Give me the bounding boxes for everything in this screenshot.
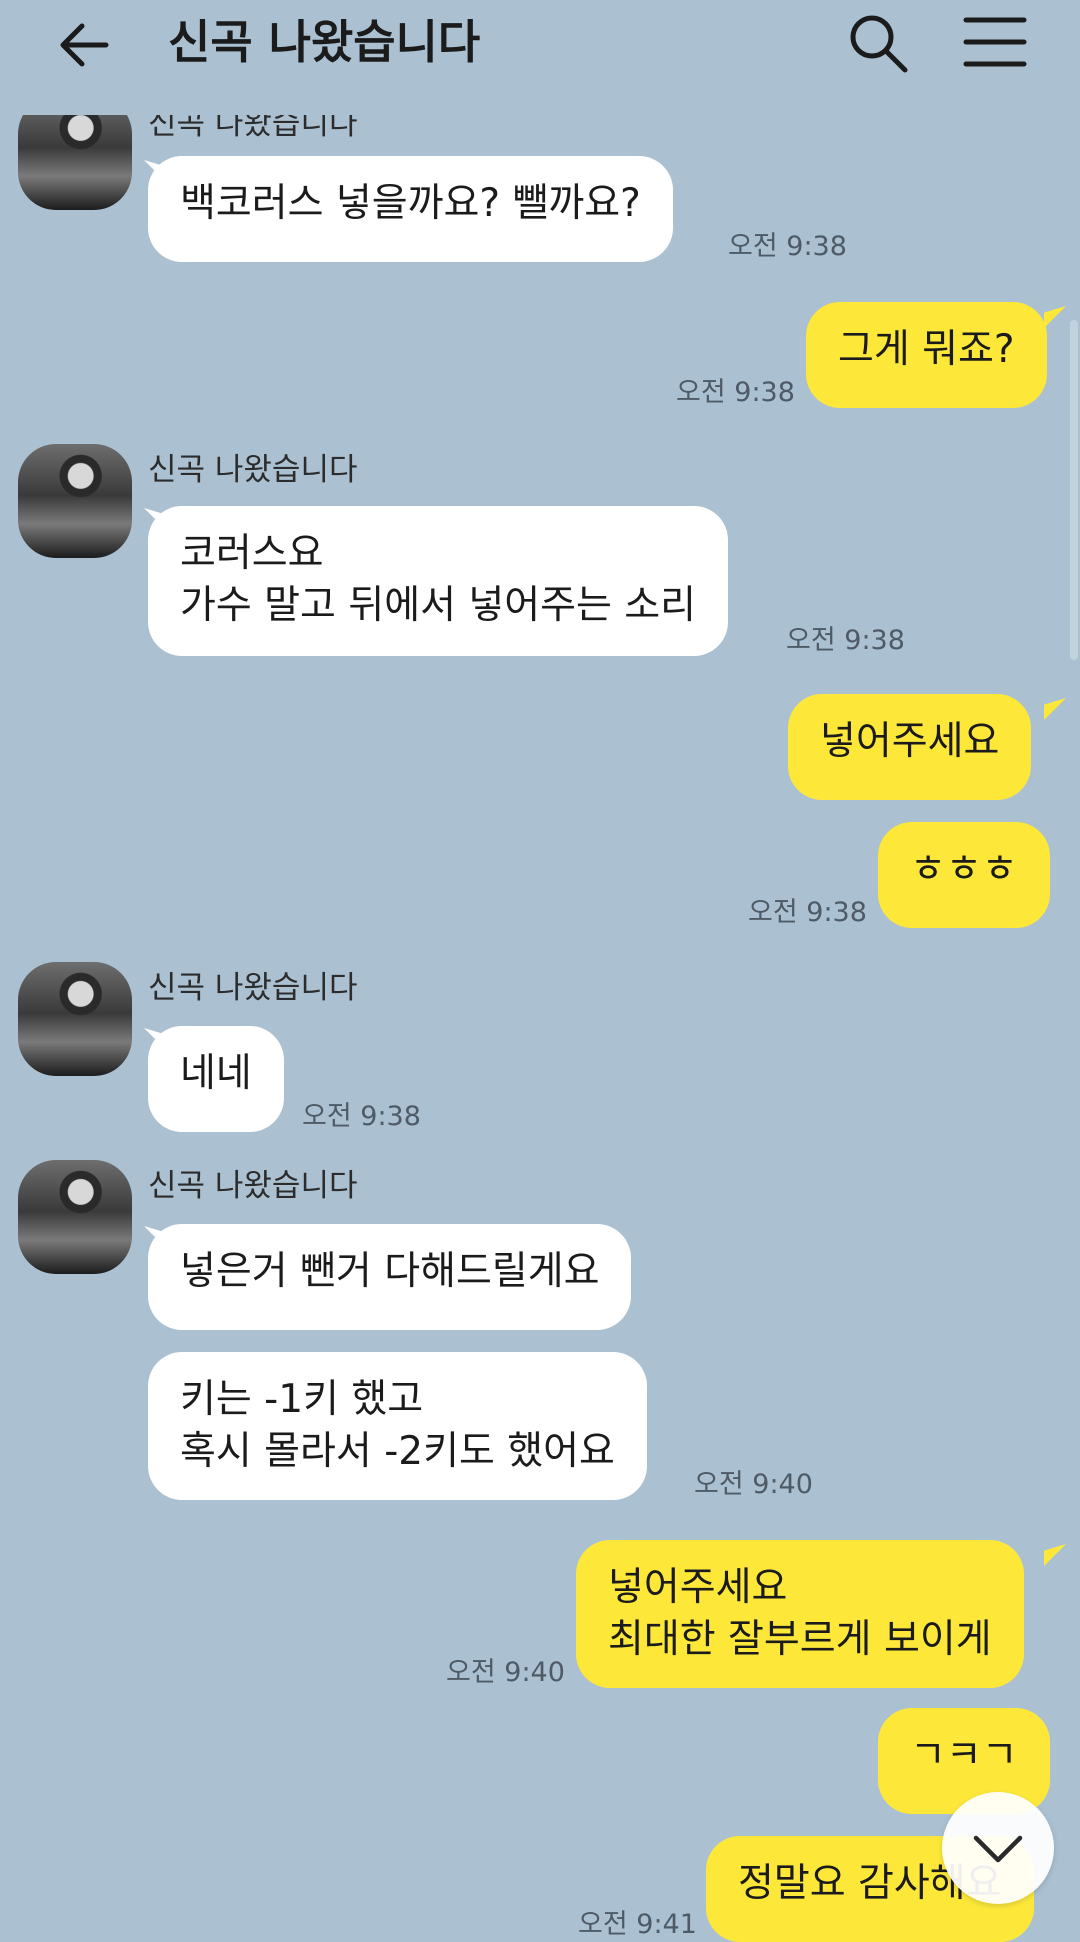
message-time: 오전 9:40 <box>694 1469 813 1500</box>
message-text: 넣은거 뺀거 다해드릴게요 <box>180 1249 600 1294</box>
message-bubble[interactable]: 네네 <box>148 1026 284 1132</box>
message-text: 가수 말고 뒤에서 넣어주는 소리 <box>180 583 697 628</box>
message-bubble[interactable]: 백코러스 넣을까요? 뺄까요? <box>148 156 673 262</box>
message-text: 키는 -1키 했고 <box>180 1377 424 1422</box>
message-text: 넣어주세요 <box>608 1565 788 1610</box>
message-bubble[interactable]: 넣은거 뺀거 다해드릴게요 <box>148 1224 632 1330</box>
message-bubble[interactable]: 코러스요 가수 말고 뒤에서 넣어주는 소리 <box>148 506 729 656</box>
chat-header: 신곡 나왔습니다 <box>0 0 1080 115</box>
message-bubble[interactable]: 그게 뭐죠? <box>806 302 1047 408</box>
message-text: ㅎㅎㅎ <box>910 847 1018 892</box>
scrollbar[interactable] <box>1070 320 1078 660</box>
message-time: 오전 9:38 <box>728 231 847 262</box>
menu-icon[interactable] <box>962 14 1028 70</box>
message-time: 오전 9:41 <box>578 1909 697 1940</box>
message-text: 네네 <box>180 1051 252 1096</box>
chat-title: 신곡 나왔습니다 <box>168 15 481 69</box>
sender-name: 신곡 나왔습니다 <box>148 1168 358 1204</box>
chevron-down-icon <box>973 1835 1023 1863</box>
message-time: 오전 9:40 <box>446 1657 565 1688</box>
message-text: 혹시 몰라서 -2키도 했어요 <box>180 1429 615 1474</box>
scroll-to-bottom-button[interactable] <box>942 1792 1054 1904</box>
message-text: 넣어주세요 <box>820 719 1000 764</box>
sender-name: 신곡 나왔습니다 <box>148 452 358 488</box>
search-icon[interactable] <box>845 10 911 76</box>
message-bubble[interactable]: ㅎㅎㅎ <box>878 822 1050 928</box>
message-text: 그게 뭐죠? <box>838 327 1015 372</box>
message-time: 오전 9:38 <box>786 625 905 656</box>
avatar[interactable] <box>18 444 132 558</box>
message-text: 최대한 잘부르게 보이게 <box>608 1617 992 1662</box>
message-bubble[interactable]: 넣어주세요 <box>788 694 1032 800</box>
message-list[interactable]: 신곡 나왔습니다 백코러스 넣을까요? 뺄까요? 오전 9:38 그게 뭐죠? … <box>0 0 1080 1942</box>
message-text: 코러스요 <box>180 531 324 576</box>
message-time: 오전 9:38 <box>748 897 867 928</box>
sender-name: 신곡 나왔습니다 <box>148 970 358 1006</box>
message-bubble[interactable]: 넣어주세요 최대한 잘부르게 보이게 <box>576 1540 1024 1688</box>
avatar[interactable] <box>18 1160 132 1274</box>
message-time: 오전 9:38 <box>302 1101 421 1132</box>
back-arrow-icon[interactable] <box>50 10 120 80</box>
message-text: ㄱㅋㄱ <box>910 1733 1018 1778</box>
avatar[interactable] <box>18 962 132 1076</box>
message-text: 백코러스 넣을까요? 뺄까요? <box>180 181 641 226</box>
message-time: 오전 9:38 <box>676 377 795 408</box>
message-bubble[interactable]: 키는 -1키 했고 혹시 몰라서 -2키도 했어요 <box>148 1352 647 1500</box>
